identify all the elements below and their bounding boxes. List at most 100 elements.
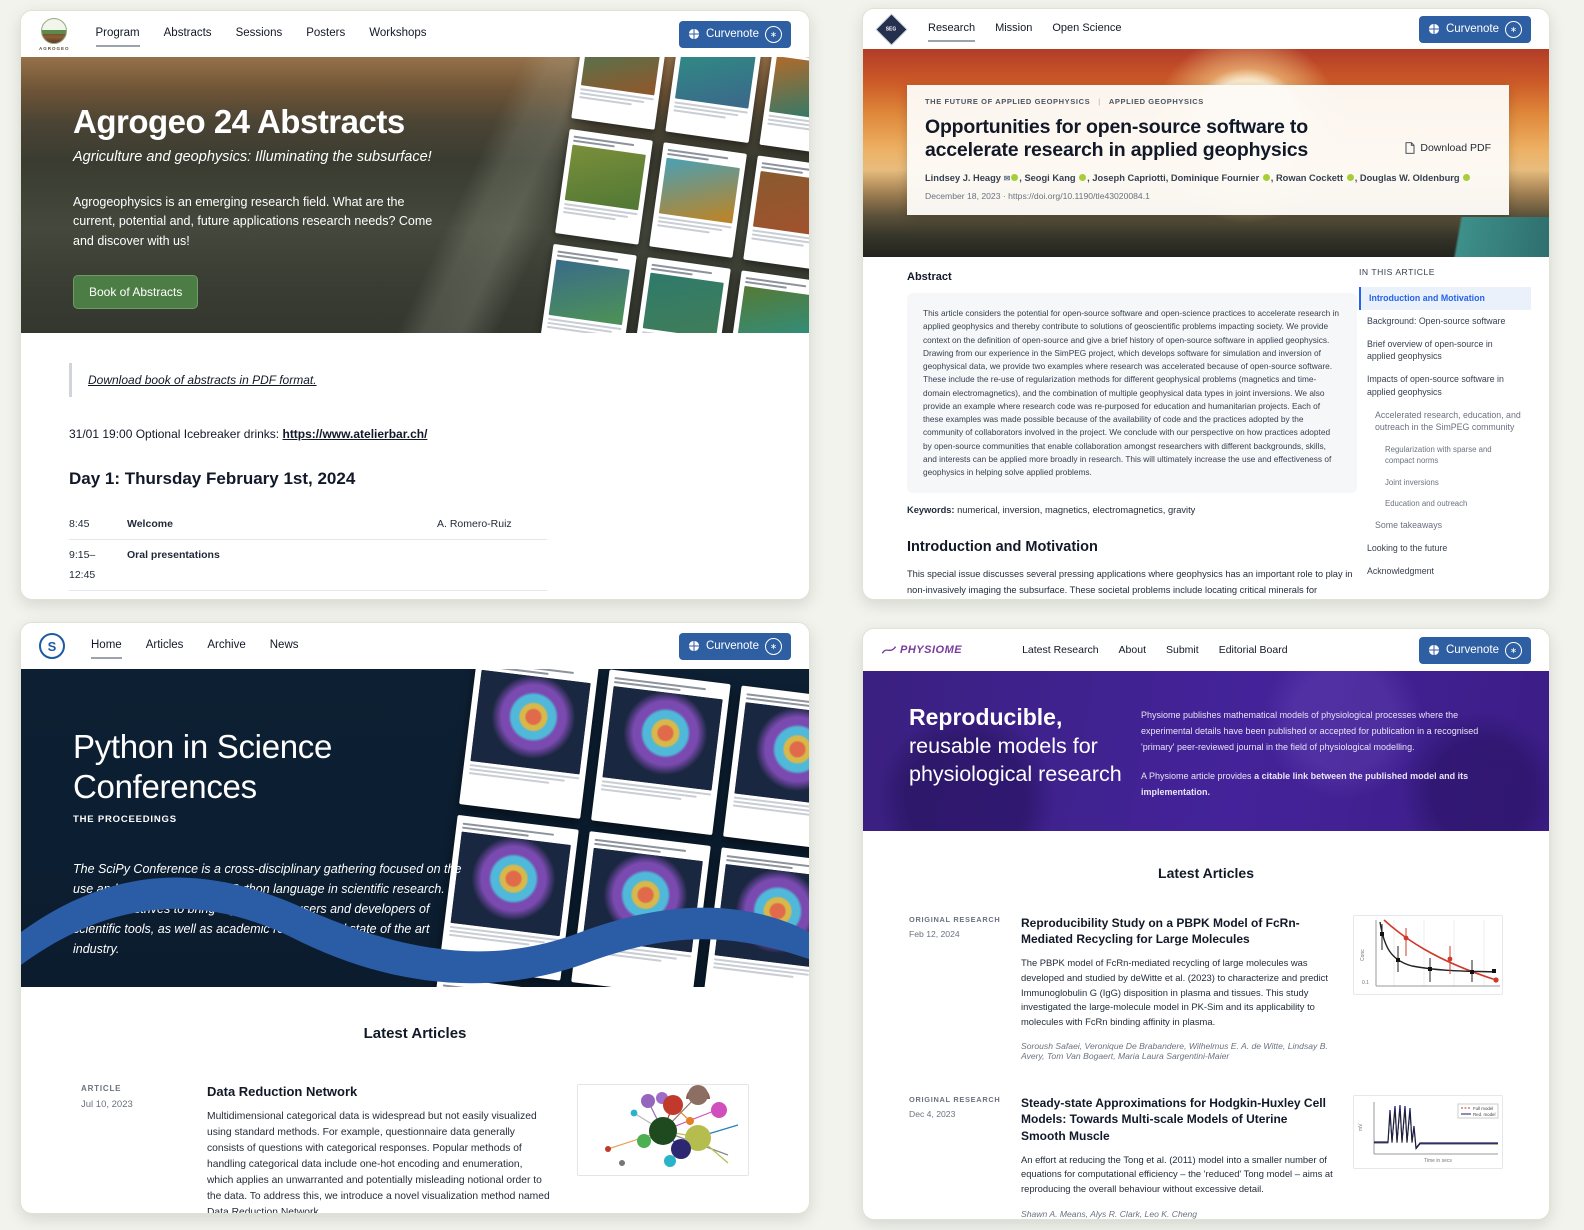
seg-article-card: SEG Research Mission Open Science Curven… [862,8,1550,600]
download-pdf-button[interactable]: Download PDF [1405,142,1491,154]
paper-thumbnail[interactable] [723,686,809,852]
article-authors: Soroush Safaei, Veronique De Brabandere,… [1021,1041,1333,1061]
nav-editorial-board[interactable]: Editorial Board [1219,638,1288,662]
toc-item[interactable]: Accelerated research, education, and out… [1359,404,1531,440]
article-list-item: ORIGINAL RESEARCH Dec 4, 2023 Steady-sta… [863,1095,1549,1218]
curvenote-badge[interactable]: Curvenote [1419,16,1531,43]
icebreaker-link[interactable]: https://www.atelierbar.ch/ [282,427,427,441]
nav-workshops[interactable]: Workshops [369,21,426,47]
toc-item[interactable]: Regularization with sparse and compact n… [1359,439,1531,472]
article-title-link[interactable]: Data Reduction Network [207,1084,551,1099]
physiome-hero-description: Physiome publishes mathematical models o… [1141,707,1487,812]
doi-link[interactable]: https://doi.org/10.1190/tle43020084.1 [1008,191,1150,201]
download-abstracts-link[interactable]: Download book of abstracts in PDF format… [88,373,317,387]
paper-thumbnail[interactable] [459,669,599,819]
nav-home[interactable]: Home [91,633,122,659]
nav-abstracts[interactable]: Abstracts [164,21,212,47]
nav-archive[interactable]: Archive [207,633,245,659]
breadcrumb-journal[interactable]: APPLIED GEOPHYSICS [1109,97,1204,106]
nav-submit[interactable]: Submit [1166,638,1199,662]
article-text: Reproducibility Study on a PBPK Model of… [1021,915,1333,1061]
breadcrumb-issue[interactable]: THE FUTURE OF APPLIED GEOPHYSICS [925,97,1090,106]
paper-thumbnail[interactable] [649,142,747,258]
toc-heading: IN THIS ARTICLE [1359,267,1531,277]
toc-item[interactable]: Education and outreach [1359,493,1531,514]
article-meta: ORIGINAL RESEARCH Dec 4, 2023 [909,1095,1001,1218]
nav-open-science[interactable]: Open Science [1052,16,1121,42]
orcid-icon[interactable] [1011,174,1018,181]
article-figure-thumbnail[interactable]: Conc 0.1 [1353,915,1503,995]
schedule-title: Welcome [127,509,437,540]
orcid-icon[interactable] [1079,174,1086,181]
author[interactable]: Douglas W. Oldenburg [1360,173,1460,183]
book-of-abstracts-button[interactable]: Book of Abstracts [73,275,198,309]
scipy-logo[interactable]: S [39,633,65,659]
curvenote-badge[interactable]: Curvenote [1419,637,1531,664]
pk-curve-figure: Conc 0.1 [1354,916,1503,994]
article-title-link[interactable]: Reproducibility Study on a PBPK Model of… [1021,915,1333,947]
toc-item[interactable]: Some takeaways [1359,514,1531,537]
table-row: 9:15– 12:45 Oral presentations [69,540,547,591]
curvenote-label: Curvenote [706,640,759,652]
paper-thumbnail[interactable] [727,270,809,333]
physiome-logo[interactable]: PHYSIOME [881,644,962,656]
nav-sessions[interactable]: Sessions [236,21,283,47]
paper-thumbnail[interactable] [591,669,731,835]
toc-item[interactable]: Impacts of open-source software in appli… [1359,368,1531,404]
article-figure-thumbnail[interactable]: Full model Red. model Time in secs mV [1353,1095,1503,1169]
author[interactable]: Seogi Kang [1024,173,1075,183]
agrogeo-subtitle: Agriculture and geophysics: Illuminating… [73,149,443,165]
agrogeo-description: Agrogeophysics is an emerging research f… [73,193,443,251]
physiome-swoosh-icon [881,644,897,656]
nav-latest-research[interactable]: Latest Research [1022,638,1098,662]
nav-about[interactable]: About [1119,638,1146,662]
scipy-hero: Python in Science Conferences THE PROCEE… [21,669,809,987]
toc-item[interactable]: Introduction and Motivation [1359,287,1531,310]
agrogeo-hero: Agrogeo 24 Abstracts Agriculture and geo… [21,57,809,333]
nav-articles[interactable]: Articles [146,633,184,659]
nav-posters[interactable]: Posters [306,21,345,47]
schedule-time: 9:15– 12:45 [69,540,127,591]
paper-thumbnail[interactable] [633,257,731,333]
article-title-link[interactable]: Steady-state Approximations for Hodgkin-… [1021,1095,1333,1144]
agrogeo-hero-text: Agrogeo 24 Abstracts Agriculture and geo… [73,103,443,309]
article-figure-thumbnail[interactable] [577,1084,749,1176]
paper-thumbnail[interactable] [759,57,809,156]
article-kind: ORIGINAL RESEARCH [909,915,1001,924]
paper-thumbnail[interactable] [743,155,809,271]
schedule-table: 8:45 Welcome A. Romero-Ruiz 9:15– 12:45 … [69,509,547,600]
abstract-text: This article considers the potential for… [907,293,1357,493]
article-kind: ORIGINAL RESEARCH [909,1095,1001,1104]
orcid-icon[interactable] [1347,174,1354,181]
paper-thumbnail[interactable] [555,129,653,245]
seg-logo[interactable]: SEG [877,14,907,44]
paper-thumbnail[interactable] [539,244,637,333]
toc-item[interactable]: Acknowledgment [1359,560,1531,583]
nav-news[interactable]: News [270,633,299,659]
article-abstract: The PBPK model of FcRn-mediated recyclin… [1021,956,1333,1029]
paper-thumbnail[interactable] [571,57,669,130]
nav-mission[interactable]: Mission [995,16,1032,42]
toc-item[interactable]: Joint inversions [1359,472,1531,493]
icebreaker-line: 31/01 19:00 Optional Icebreaker drinks: … [69,427,761,441]
author[interactable]: Rowan Cockett [1276,173,1343,183]
toc-item[interactable]: Looking to the future [1359,537,1531,560]
curvenote-badge[interactable]: Curvenote [679,21,791,48]
seg-article-body: Abstract This article considers the pote… [863,257,1549,600]
nav-program[interactable]: Program [96,21,140,47]
spike-train-figure: Full model Red. model Time in secs mV [1354,1096,1503,1168]
schedule-presenter [437,540,547,591]
scipy-title: Python in Science Conferences [73,727,473,806]
nav-research[interactable]: Research [928,16,975,42]
author[interactable]: Joseph Capriotti [1092,173,1165,183]
agrogeo-logo[interactable]: AGROGEO [39,18,70,51]
toc-item[interactable]: Background: Open-source software [1359,310,1531,333]
toc-item[interactable]: Brief overview of open-source in applied… [1359,333,1531,369]
orcid-icon[interactable] [1463,174,1470,181]
author[interactable]: Lindsey J. Heagy [925,173,1001,183]
orcid-icon[interactable] [1263,174,1270,181]
author[interactable]: Dominique Fournier [1171,173,1259,183]
paper-thumbnail[interactable] [665,57,763,143]
svg-text:Conc: Conc [1360,949,1366,961]
curvenote-badge[interactable]: Curvenote [679,633,791,660]
